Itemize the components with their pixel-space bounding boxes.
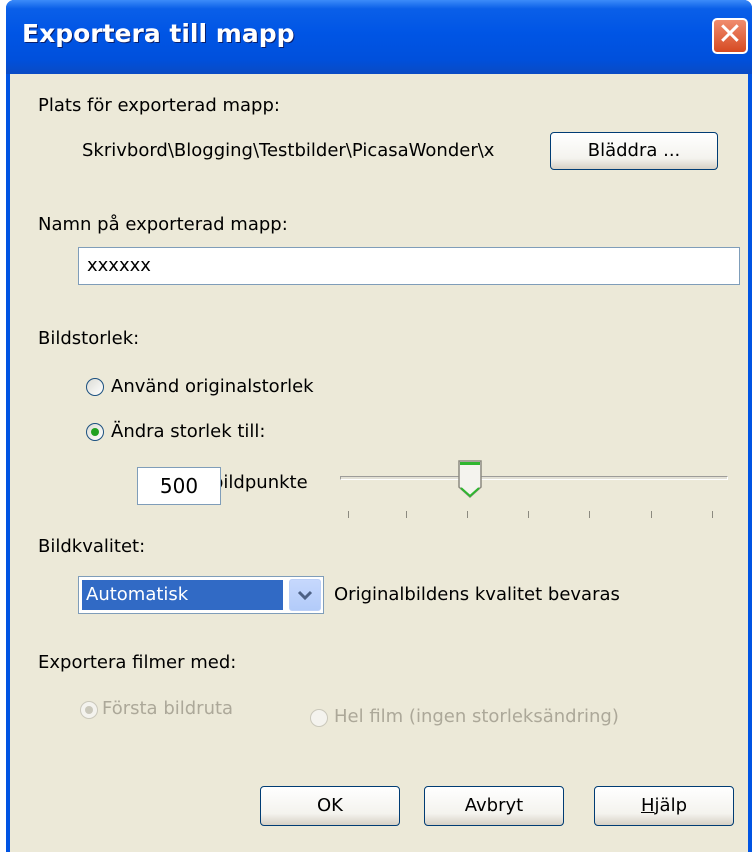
slider-tick [348,511,349,518]
size-slider-thumb[interactable] [458,460,482,498]
close-button[interactable]: ✕ [712,18,748,54]
title-bar[interactable]: Exportera till mapp ✕ [6,0,752,74]
close-icon: ✕ [717,17,743,52]
original-size-radio[interactable] [86,378,104,396]
quality-dropdown[interactable]: Automatisk [78,576,324,614]
resize-label: Ändra storlek till: [111,421,266,442]
image-quality-label: Bildkvalitet: [38,536,146,557]
full-movie-label: Hel film (ingen storleksändring) [334,706,619,727]
browse-button[interactable]: Bläddra ... [550,132,718,170]
slider-tick [467,511,468,518]
ok-button-label: OK [317,795,343,816]
first-frame-label: Första bildruta [102,698,234,719]
slider-tick [589,511,590,518]
export-path-text: Skrivbord\Blogging\Testbilder\PicasaWond… [82,140,495,161]
help-button[interactable]: Hjälp [594,786,734,826]
ok-button[interactable]: OK [260,786,400,826]
original-size-label: Använd originalstorlek [111,376,314,397]
full-movie-radio[interactable] [310,709,328,727]
size-unit-label: bildpunkte [221,472,308,493]
chevron-down-icon [297,590,313,601]
help-button-label: Hjälp [640,795,687,816]
slider-tick [712,511,713,518]
size-value-input[interactable]: 500 [137,467,221,505]
video-export-label: Exportera filmer med: [38,652,237,673]
export-location-label: Plats för exporterad mapp: [38,95,280,116]
export-dialog: Exportera till mapp ✕ Plats för exporter… [6,0,752,852]
quality-description: Originalbildens kvalitet bevaras [334,584,620,605]
quality-selected-value: Automatisk [82,580,283,610]
slider-tick [528,511,529,518]
resize-radio[interactable] [86,423,104,441]
folder-name-input[interactable]: xxxxxx [78,247,740,285]
image-size-label: Bildstorlek: [38,328,140,349]
first-frame-radio[interactable] [80,701,98,719]
cancel-button-label: Avbryt [464,795,524,816]
radio-selected-dot [85,706,93,714]
size-slider-track[interactable] [340,476,728,480]
slider-tick [651,511,652,518]
folder-name-label: Namn på exporterad mapp: [38,214,288,235]
dropdown-arrow-button[interactable] [289,579,321,611]
browse-button-label: Bläddra ... [587,140,681,161]
dialog-body: Plats för exporterad mapp: Skrivbord\Blo… [10,74,748,852]
dialog-title: Exportera till mapp [22,19,295,48]
slider-tick [406,511,407,518]
cancel-button[interactable]: Avbryt [424,786,564,826]
radio-selected-dot [91,428,99,436]
